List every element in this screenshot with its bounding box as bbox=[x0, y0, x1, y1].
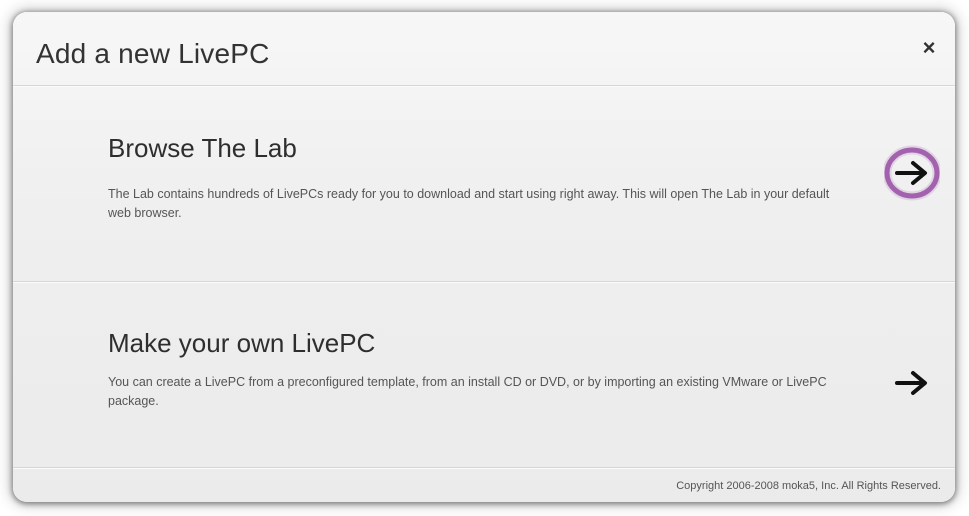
divider bbox=[13, 467, 955, 469]
browse-the-lab-option[interactable]: Browse The Lab The Lab contains hundreds… bbox=[13, 86, 955, 281]
dialog-header: Add a new LivePC × bbox=[13, 12, 955, 85]
make-your-own-livepc-option[interactable]: Make your own LivePC You can create a Li… bbox=[13, 282, 955, 467]
browse-the-lab-arrow-button[interactable] bbox=[884, 145, 940, 201]
add-livepc-dialog: Add a new LivePC × Browse The Lab The La… bbox=[13, 12, 955, 502]
arrow-right-icon bbox=[895, 161, 927, 185]
option-title-make-livepc: Make your own LivePC bbox=[108, 328, 376, 358]
copyright-text: Copyright 2006-2008 moka5, Inc. All Righ… bbox=[676, 480, 941, 492]
arrow-right-icon bbox=[895, 371, 927, 395]
close-button[interactable]: × bbox=[917, 36, 941, 60]
dialog-title: Add a new LivePC bbox=[36, 38, 270, 69]
make-your-own-livepc-arrow-button[interactable] bbox=[884, 355, 940, 411]
option-description-make-livepc: You can create a LivePC from a preconfig… bbox=[108, 375, 827, 408]
option-title-browse-lab: Browse The Lab bbox=[108, 133, 297, 163]
close-icon: × bbox=[922, 35, 936, 60]
option-description-browse-lab: The Lab contains hundreds of LivePCs rea… bbox=[108, 187, 830, 220]
